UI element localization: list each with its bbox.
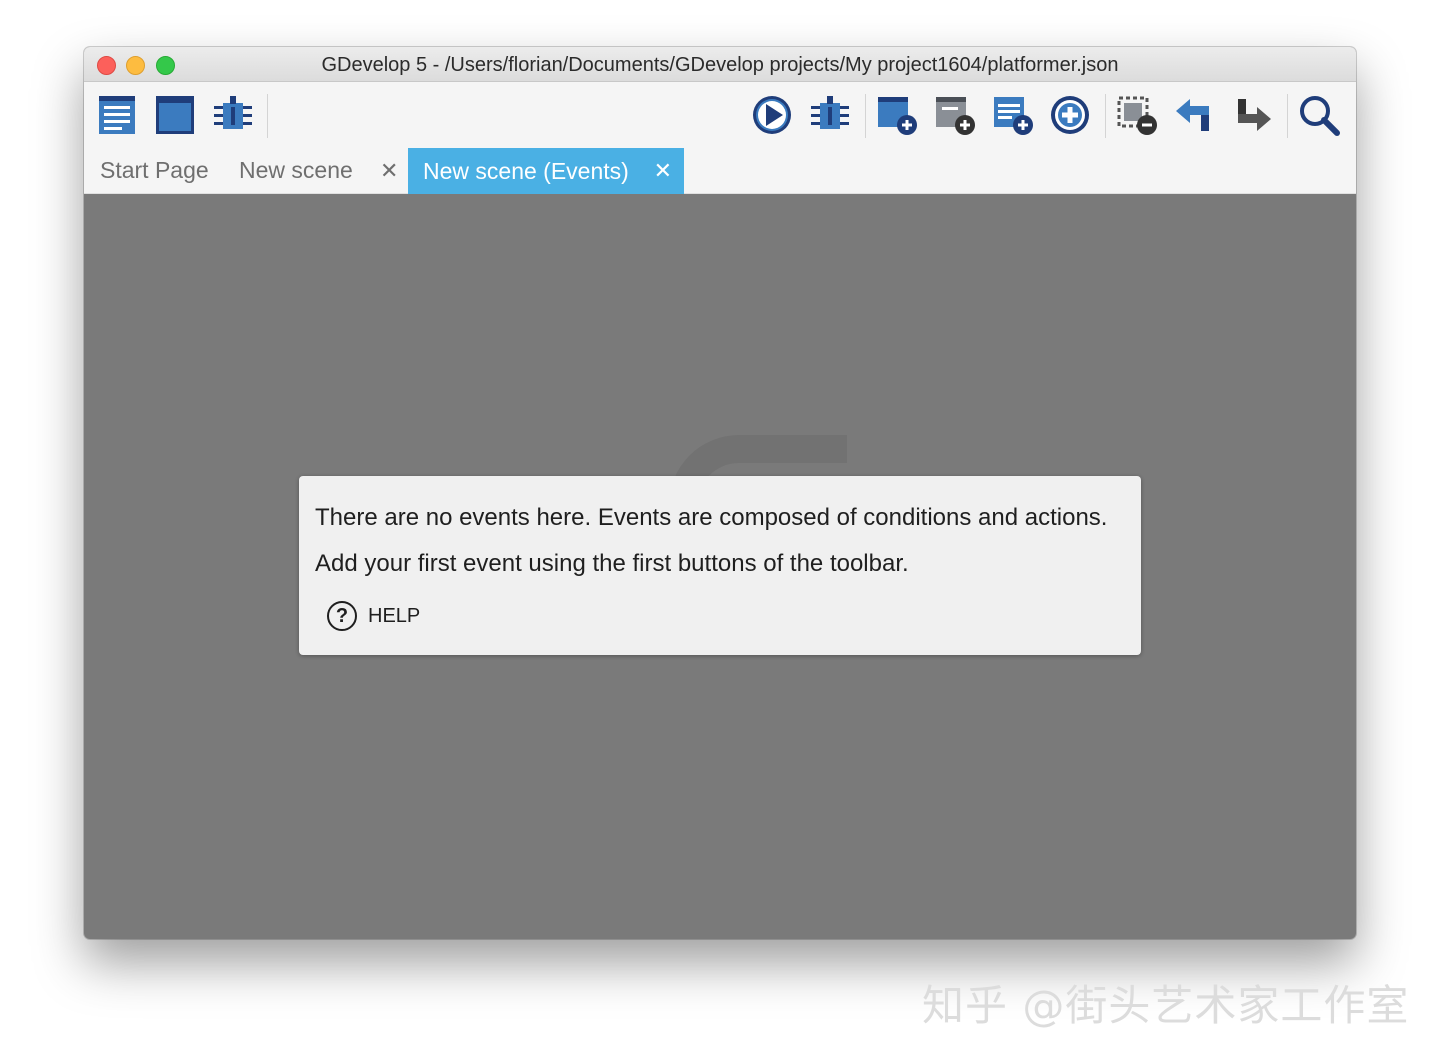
window-title: GDevelop 5 - /Users/florian/Documents/GD… — [321, 54, 1119, 76]
search-icon[interactable] — [1296, 92, 1342, 138]
add-event-icon[interactable] — [874, 92, 920, 138]
debugger-icon[interactable] — [210, 92, 256, 138]
empty-message-line-2: Add your first event using the first but… — [315, 550, 909, 577]
delete-selected-icon[interactable] — [1114, 92, 1160, 138]
toolbar-separator — [267, 94, 268, 138]
tab-new-scene-events-label: New scene (Events) — [423, 158, 629, 184]
empty-message-line-1: There are no events here. Events are com… — [315, 504, 1108, 531]
tab-new-scene-events[interactable]: New scene (Events) ✕ — [408, 148, 684, 194]
toolbar — [84, 82, 1356, 148]
tab-new-scene[interactable]: New scene — [239, 148, 353, 193]
add-subevent-icon[interactable] — [932, 92, 978, 138]
editor-tabs: Start Page New scene ✕ New scene (Events… — [84, 148, 1356, 194]
help-button[interactable]: ? HELP — [327, 598, 420, 634]
preview-play-icon[interactable] — [749, 92, 795, 138]
redo-icon[interactable] — [1229, 92, 1275, 138]
tab-new-scene-close-icon[interactable]: ✕ — [380, 148, 398, 193]
undo-icon[interactable] — [1172, 92, 1218, 138]
add-instruction-icon[interactable] — [1047, 92, 1093, 138]
scene-icon[interactable] — [152, 92, 198, 138]
title-bar[interactable]: GDevelop 5 - /Users/florian/Documents/GD… — [84, 47, 1356, 82]
help-circle-icon: ? — [327, 601, 357, 631]
debug-preview-icon[interactable] — [807, 92, 853, 138]
tab-start-page[interactable]: Start Page — [100, 148, 209, 193]
add-comment-icon[interactable] — [990, 92, 1036, 138]
empty-events-message: There are no events here. Events are com… — [299, 476, 1141, 655]
help-button-label: HELP — [368, 604, 421, 627]
toolbar-separator — [1287, 94, 1288, 138]
app-window: GDevelop 5 - /Users/florian/Documents/GD… — [84, 47, 1356, 939]
project-manager-icon[interactable] — [94, 92, 140, 138]
site-watermark: 知乎 @街头艺术家工作室 — [922, 981, 1410, 1030]
toolbar-separator — [865, 94, 866, 138]
toolbar-separator — [1105, 94, 1106, 138]
tab-new-scene-events-close-icon[interactable]: ✕ — [654, 148, 672, 194]
